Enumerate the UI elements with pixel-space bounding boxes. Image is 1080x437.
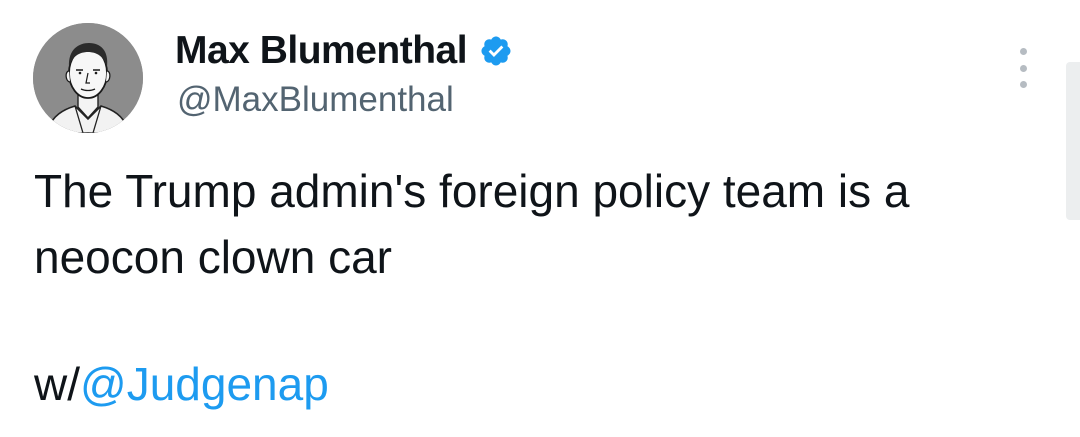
author-display-name[interactable]: Max Blumenthal xyxy=(175,29,468,73)
author-name-row[interactable]: Max Blumenthal xyxy=(175,28,513,74)
more-options-button[interactable] xyxy=(1010,48,1036,88)
verified-check-icon xyxy=(479,34,513,68)
more-dot xyxy=(1019,81,1027,88)
more-dot xyxy=(1019,64,1027,72)
tweet-text-prefix: w/ xyxy=(34,358,80,410)
more-dot xyxy=(1019,48,1027,55)
avatar-portrait-icon xyxy=(33,23,143,133)
tweet-mention-line: w/@Judgenap xyxy=(34,351,329,417)
mention-link[interactable]: @Judgenap xyxy=(80,358,329,410)
tweet-text-line: neocon clown car xyxy=(34,231,392,283)
author-handle[interactable]: @MaxBlumenthal xyxy=(177,80,454,120)
tweet-text-line: The Trump admin's foreign policy team is… xyxy=(34,165,910,217)
tweet-body: The Trump admin's foreign policy team is… xyxy=(34,158,1044,290)
scrollbar[interactable] xyxy=(1066,62,1080,220)
author-avatar[interactable] xyxy=(33,23,143,133)
tweet-card: Max Blumenthal @MaxBlumenthal The Trump … xyxy=(0,0,1080,437)
